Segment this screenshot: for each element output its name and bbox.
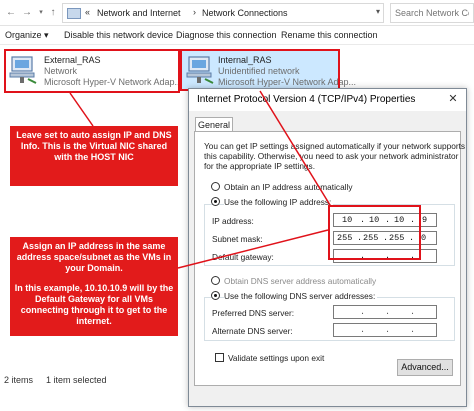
connector-internal-to-ip (259, 90, 331, 206)
connector-note2-to-ip (177, 229, 329, 269)
connector-note1-to-external (69, 92, 94, 127)
annotation-connectors (69, 90, 331, 269)
